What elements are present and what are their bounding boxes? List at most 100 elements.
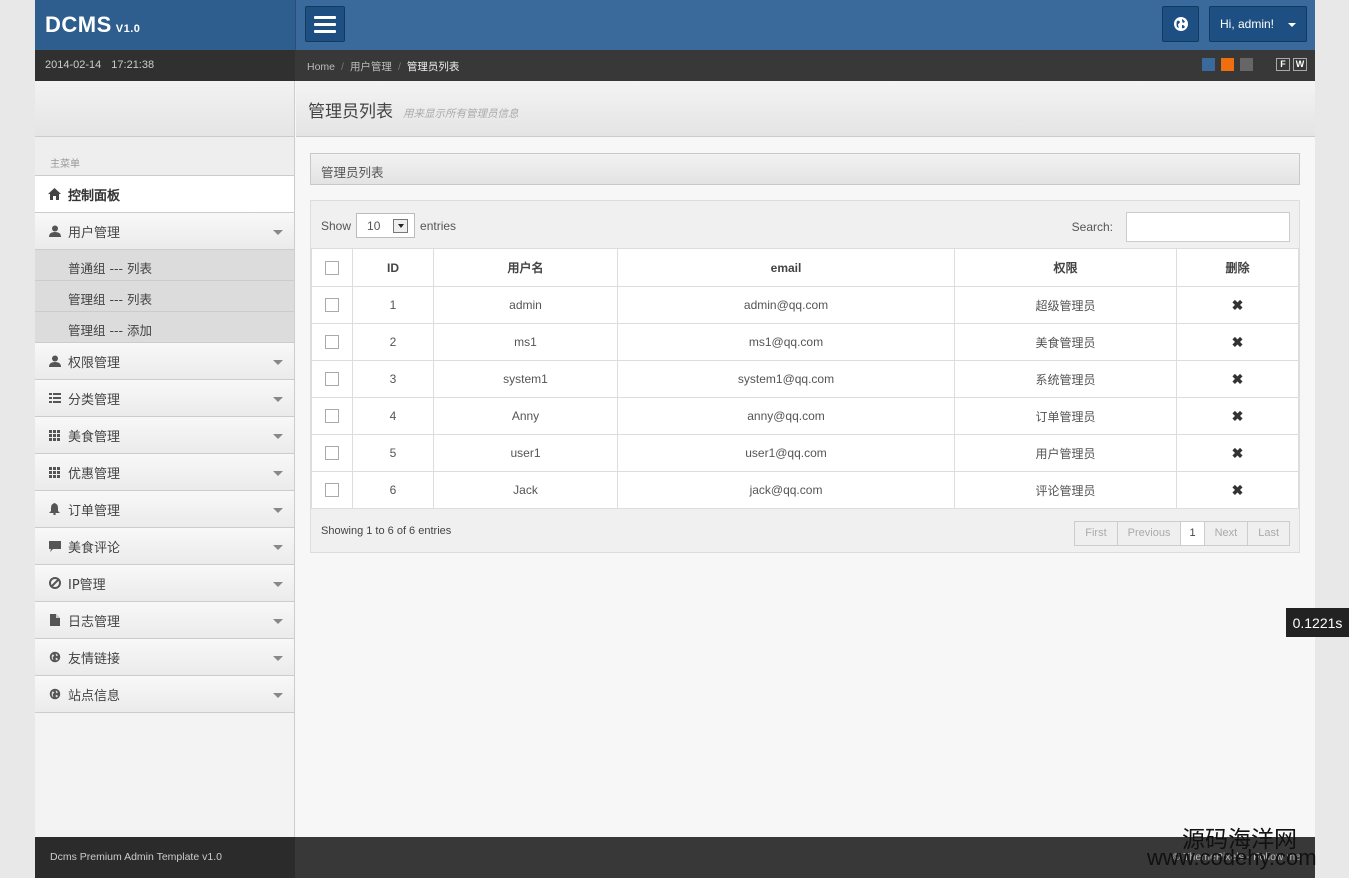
chevron-down-icon xyxy=(273,434,283,439)
submenu-item-admin-group-list[interactable]: 管理组 --- 列表 xyxy=(35,281,294,312)
sidebar-item-permissions[interactable]: 权限管理 xyxy=(35,343,294,380)
sidebar-item-food[interactable]: 美食管理 xyxy=(35,417,294,454)
sidebar-item-users[interactable]: 用户管理 xyxy=(35,213,294,250)
cell-role: 用户管理员 xyxy=(954,434,1177,472)
sidebar-item-site-info[interactable]: 站点信息 xyxy=(35,676,294,713)
row-checkbox[interactable] xyxy=(325,483,339,498)
row-checkbox[interactable] xyxy=(325,409,339,424)
delete-icon[interactable]: ✖ xyxy=(1232,371,1244,387)
column-header-username[interactable]: 用户名 xyxy=(433,248,618,287)
column-header-id[interactable]: ID xyxy=(352,248,434,287)
chevron-down-icon xyxy=(273,619,283,624)
sidebar: 主菜单 控制面板 用户管理 普通组 --- 列表 管理组 --- 列表 管理组 … xyxy=(35,81,295,837)
globe-icon xyxy=(48,651,61,664)
delete-icon[interactable]: ✖ xyxy=(1232,334,1244,350)
list-icon xyxy=(48,392,61,405)
sidebar-item-label: IP管理 xyxy=(68,577,106,593)
cell-email: system1@qq.com xyxy=(617,360,955,398)
chevron-down-icon xyxy=(273,582,283,587)
main-content: 管理员列表 用来显示所有管理员信息 管理员列表 Show 10 entries S… xyxy=(296,81,1315,837)
pager-next-button[interactable]: Next xyxy=(1204,522,1249,545)
cell-role: 超级管理员 xyxy=(954,286,1177,324)
sidebar-item-promotions[interactable]: 优惠管理 xyxy=(35,454,294,491)
row-checkbox[interactable] xyxy=(325,446,339,461)
submenu-item-normal-group-list[interactable]: 普通组 --- 列表 xyxy=(35,250,294,281)
breadcrumb-home[interactable]: Home xyxy=(307,61,335,73)
page-size-select[interactable]: 10 xyxy=(356,213,416,238)
delete-icon[interactable]: ✖ xyxy=(1232,297,1244,313)
cell-role: 订单管理员 xyxy=(954,397,1177,435)
pagination: First Previous 1 Next Last xyxy=(1074,521,1290,546)
cell-id: 6 xyxy=(352,471,434,509)
column-header-delete[interactable]: 删除 xyxy=(1176,248,1299,287)
chevron-down-icon xyxy=(273,656,283,661)
submenu-item-admin-group-add[interactable]: 管理组 --- 添加 xyxy=(35,312,294,343)
sidebar-item-label: 控制面板 xyxy=(68,188,121,204)
sidebar-heading: 主菜单 xyxy=(35,137,294,176)
logo[interactable]: DCMS V1.0 xyxy=(45,12,140,38)
user-menu-button[interactable]: Hi, admin! xyxy=(1209,6,1307,42)
page-header: 管理员列表 用来显示所有管理员信息 xyxy=(296,81,1315,137)
sidebar-item-label: 权限管理 xyxy=(68,355,121,371)
sidebar-item-label: 美食管理 xyxy=(68,429,121,445)
breadcrumb-section[interactable]: 用户管理 xyxy=(350,61,392,73)
fluid-layout-button[interactable]: F xyxy=(1276,58,1290,71)
globe-button[interactable] xyxy=(1162,6,1199,42)
column-header-email[interactable]: email xyxy=(617,248,955,287)
row-checkbox[interactable] xyxy=(325,372,339,387)
row-checkbox[interactable] xyxy=(325,335,339,350)
menu-toggle-button[interactable] xyxy=(305,6,345,42)
cell-role: 系统管理员 xyxy=(954,360,1177,398)
sidebar-item-comments[interactable]: 美食评论 xyxy=(35,528,294,565)
table-row: 5 user1 user1@qq.com 用户管理员 ✖ xyxy=(311,434,1299,472)
chevron-down-icon xyxy=(273,471,283,476)
theme-swatch-gray[interactable] xyxy=(1240,58,1253,71)
sidebar-item-label: 分类管理 xyxy=(68,392,121,408)
sidebar-item-categories[interactable]: 分类管理 xyxy=(35,380,294,417)
sidebar-top xyxy=(35,81,294,137)
delete-icon[interactable]: ✖ xyxy=(1232,482,1244,498)
delete-icon[interactable]: ✖ xyxy=(1232,408,1244,424)
user-label: Hi, admin! xyxy=(1220,17,1275,31)
cell-username: user1 xyxy=(433,434,618,472)
breadcrumb-current: 管理员列表 xyxy=(406,61,460,73)
logo-text: DCMS xyxy=(45,12,112,37)
pager-previous-button[interactable]: Previous xyxy=(1117,522,1182,545)
cell-username: ms1 xyxy=(433,323,618,361)
user-icon xyxy=(48,355,61,368)
pager-last-button[interactable]: Last xyxy=(1248,522,1289,545)
cell-email: user1@qq.com xyxy=(617,434,955,472)
sidebar-item-logs[interactable]: 日志管理 xyxy=(35,602,294,639)
delete-icon[interactable]: ✖ xyxy=(1232,445,1244,461)
cell-username: Anny xyxy=(433,397,618,435)
pager-page-1-button[interactable]: 1 xyxy=(1181,522,1205,545)
sidebar-item-label: 用户管理 xyxy=(68,225,121,241)
pager-first-button[interactable]: First xyxy=(1075,522,1118,545)
row-checkbox[interactable] xyxy=(325,298,339,313)
cell-id: 3 xyxy=(352,360,434,398)
sidebar-item-orders[interactable]: 订单管理 xyxy=(35,491,294,528)
cell-role: 评论管理员 xyxy=(954,471,1177,509)
page-subtitle: 用来显示所有管理员信息 xyxy=(403,108,519,120)
select-all-cell xyxy=(311,248,353,287)
sidebar-item-links[interactable]: 友情链接 xyxy=(35,639,294,676)
chevron-down-icon xyxy=(273,230,283,235)
select-all-checkbox[interactable] xyxy=(325,260,339,275)
sidebar-item-dashboard[interactable]: 控制面板 xyxy=(35,176,294,213)
search-input[interactable] xyxy=(1126,212,1290,242)
theme-swatch-orange[interactable] xyxy=(1221,58,1234,71)
search-label: Search: xyxy=(1071,220,1113,234)
theme-swatch-blue[interactable] xyxy=(1202,58,1215,71)
column-header-role[interactable]: 权限 xyxy=(954,248,1177,287)
cell-email: jack@qq.com xyxy=(617,471,955,509)
page-title: 管理员列表 xyxy=(308,102,393,122)
cell-email: admin@qq.com xyxy=(617,286,955,324)
cell-username: Jack xyxy=(433,471,618,509)
wide-layout-button[interactable]: W xyxy=(1293,58,1307,71)
chevron-down-icon xyxy=(273,397,283,402)
sidebar-item-ip[interactable]: IP管理 xyxy=(35,565,294,602)
sidebar-item-label: 友情链接 xyxy=(68,651,121,667)
table-row: 3 system1 system1@qq.com 系统管理员 ✖ xyxy=(311,360,1299,398)
user-icon xyxy=(48,225,61,238)
sidebar-item-label: 站点信息 xyxy=(68,688,121,704)
